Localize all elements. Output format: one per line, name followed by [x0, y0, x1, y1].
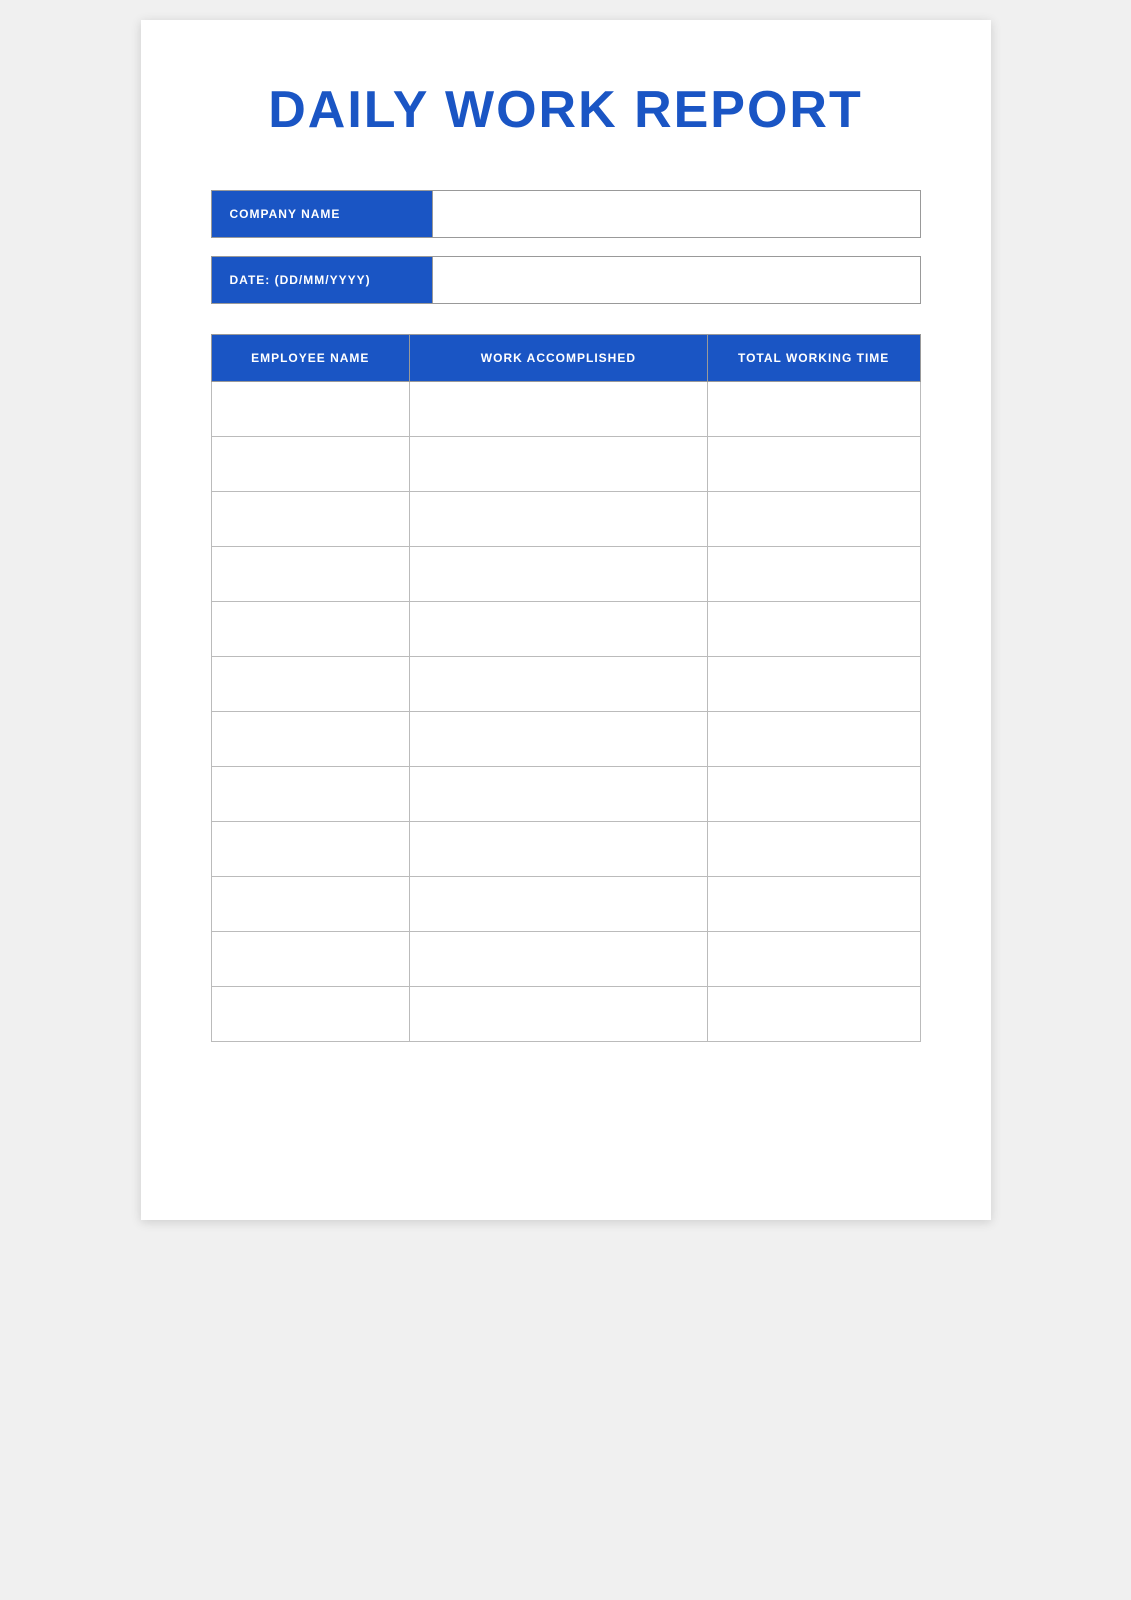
- table-row: [211, 877, 920, 932]
- cell-work-accomplished[interactable]: [410, 547, 708, 602]
- header-work-accomplished: WORK ACCOMPLISHED: [410, 335, 708, 382]
- work-report-table: EMPLOYEE NAME WORK ACCOMPLISHED TOTAL WO…: [211, 334, 921, 1042]
- company-name-row: COMPANY NAME: [211, 190, 921, 238]
- cell-work-accomplished[interactable]: [410, 492, 708, 547]
- cell-employee-name[interactable]: [211, 767, 410, 822]
- cell-total-working-time[interactable]: [707, 712, 920, 767]
- cell-employee-name[interactable]: [211, 437, 410, 492]
- cell-total-working-time[interactable]: [707, 602, 920, 657]
- cell-total-working-time[interactable]: [707, 547, 920, 602]
- cell-employee-name[interactable]: [211, 547, 410, 602]
- header-employee-name: EMPLOYEE NAME: [211, 335, 410, 382]
- cell-employee-name[interactable]: [211, 492, 410, 547]
- cell-total-working-time[interactable]: [707, 657, 920, 712]
- cell-employee-name[interactable]: [211, 932, 410, 987]
- table-row: [211, 657, 920, 712]
- cell-employee-name[interactable]: [211, 657, 410, 712]
- table-row: [211, 382, 920, 437]
- date-row: DATE: (DD/MM/YYYY): [211, 256, 921, 304]
- cell-total-working-time[interactable]: [707, 492, 920, 547]
- cell-work-accomplished[interactable]: [410, 382, 708, 437]
- cell-employee-name[interactable]: [211, 987, 410, 1042]
- page-title: DAILY WORK REPORT: [211, 80, 921, 140]
- table-row: [211, 822, 920, 877]
- cell-total-working-time[interactable]: [707, 877, 920, 932]
- header-total-working-time: TOTAL WORKING TIME: [707, 335, 920, 382]
- cell-employee-name[interactable]: [211, 382, 410, 437]
- cell-work-accomplished[interactable]: [410, 712, 708, 767]
- date-label: DATE: (DD/MM/YYYY): [212, 257, 432, 303]
- table-row: [211, 987, 920, 1042]
- cell-total-working-time[interactable]: [707, 767, 920, 822]
- table-row: [211, 547, 920, 602]
- cell-employee-name[interactable]: [211, 877, 410, 932]
- cell-work-accomplished[interactable]: [410, 877, 708, 932]
- cell-total-working-time[interactable]: [707, 822, 920, 877]
- page-container: DAILY WORK REPORT COMPANY NAME DATE: (DD…: [141, 20, 991, 1220]
- cell-total-working-time[interactable]: [707, 437, 920, 492]
- date-value[interactable]: [432, 257, 920, 303]
- cell-total-working-time[interactable]: [707, 987, 920, 1042]
- table-section: EMPLOYEE NAME WORK ACCOMPLISHED TOTAL WO…: [211, 334, 921, 1042]
- company-name-label: COMPANY NAME: [212, 191, 432, 237]
- cell-work-accomplished[interactable]: [410, 437, 708, 492]
- cell-total-working-time[interactable]: [707, 932, 920, 987]
- cell-work-accomplished[interactable]: [410, 932, 708, 987]
- cell-work-accomplished[interactable]: [410, 767, 708, 822]
- table-row: [211, 767, 920, 822]
- cell-total-working-time[interactable]: [707, 382, 920, 437]
- cell-work-accomplished[interactable]: [410, 987, 708, 1042]
- table-row: [211, 492, 920, 547]
- table-row: [211, 437, 920, 492]
- company-name-value[interactable]: [432, 191, 920, 237]
- table-row: [211, 932, 920, 987]
- cell-employee-name[interactable]: [211, 822, 410, 877]
- cell-employee-name[interactable]: [211, 712, 410, 767]
- table-header-row: EMPLOYEE NAME WORK ACCOMPLISHED TOTAL WO…: [211, 335, 920, 382]
- table-row: [211, 712, 920, 767]
- table-row: [211, 602, 920, 657]
- cell-work-accomplished[interactable]: [410, 657, 708, 712]
- cell-work-accomplished[interactable]: [410, 822, 708, 877]
- cell-employee-name[interactable]: [211, 602, 410, 657]
- info-section: COMPANY NAME DATE: (DD/MM/YYYY): [211, 190, 921, 304]
- cell-work-accomplished[interactable]: [410, 602, 708, 657]
